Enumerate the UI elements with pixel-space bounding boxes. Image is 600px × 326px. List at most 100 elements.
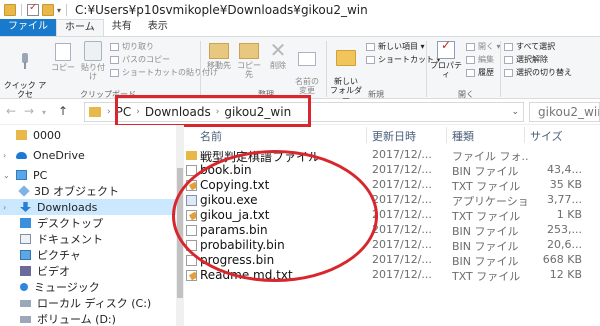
nav-item-label: ボリューム (D:): [37, 313, 116, 326]
quick-access-toolbar: ▾: [0, 2, 69, 16]
file-list-annotation-circle: [172, 150, 378, 282]
new-folder-icon[interactable]: [42, 4, 54, 16]
nav-item-label: 0000: [33, 128, 61, 142]
folder-icon[interactable]: [4, 4, 16, 16]
tab-view[interactable]: 表示: [140, 19, 176, 36]
music-icon: [20, 283, 28, 291]
column-divider[interactable]: [446, 127, 447, 143]
recent-locations-icon[interactable]: ▾: [42, 108, 46, 117]
tab-share[interactable]: 共有: [104, 19, 140, 36]
title-bar: ▾ C:¥Users¥p10svmikople¥Downloads¥gikou2…: [0, 0, 600, 20]
cut-button[interactable]: 切り取り: [110, 41, 154, 52]
nav-item-label: PC: [33, 168, 48, 182]
drive-icon: [20, 315, 31, 323]
paste-icon: [84, 41, 102, 61]
forward-arrow-icon[interactable]: →: [24, 104, 34, 118]
history-label: 履歴: [478, 68, 494, 77]
invert-selection-button[interactable]: 選択の切り替え: [504, 67, 572, 78]
delete-label: 削除: [270, 61, 286, 70]
cut-label: 切り取り: [122, 42, 154, 51]
nav-item-pictures[interactable]: ピクチャ: [0, 247, 176, 263]
desktop-icon: [20, 218, 31, 228]
nav-item-music[interactable]: ミュージック: [0, 279, 176, 295]
copy-to-icon: [239, 43, 259, 59]
text-file-icon: [186, 270, 197, 281]
rename-label: 名前の 変更: [295, 77, 319, 95]
new-item-label: 新しい項目 ▾: [378, 42, 425, 51]
downloads-icon: [20, 202, 31, 212]
nav-item-downloads[interactable]: › Downloads: [0, 199, 176, 215]
file-size: 1 KB: [556, 208, 582, 221]
up-arrow-icon[interactable]: ↑: [58, 104, 68, 118]
nav-item-3d-objects[interactable]: 3D オブジェクト: [0, 183, 176, 199]
search-input[interactable]: gikou2_win: [529, 102, 600, 122]
history-icon: [466, 68, 475, 77]
select-none-button[interactable]: 選択解除: [504, 54, 548, 65]
file-date: 2017/12/...: [372, 148, 432, 161]
chevron-right-icon[interactable]: ›: [3, 203, 6, 212]
chevron-right-icon[interactable]: ›: [3, 151, 6, 160]
back-arrow-icon[interactable]: ←: [6, 104, 16, 118]
chevron-right-icon[interactable]: ›: [107, 107, 111, 117]
column-header-date[interactable]: 更新日時: [372, 128, 416, 144]
tab-file[interactable]: ファイル: [0, 19, 56, 36]
column-header-size[interactable]: サイズ: [530, 128, 563, 144]
nav-item-label: ピクチャ: [37, 249, 81, 262]
nav-item-desktop[interactable]: デスクトップ: [0, 215, 176, 231]
open-button[interactable]: 開く ▾: [466, 41, 501, 52]
column-divider[interactable]: [524, 127, 525, 143]
chevron-down-icon[interactable]: ⌄: [3, 171, 10, 180]
file-size: 43,4...: [547, 163, 582, 176]
properties-icon: [437, 41, 455, 59]
file-size: 253,...: [547, 223, 582, 236]
delete-icon: ✕: [269, 38, 287, 62]
scissors-icon: [110, 42, 119, 51]
properties-button[interactable]: プロパティ: [428, 41, 464, 79]
folder-icon: [89, 107, 101, 117]
properties-icon[interactable]: [27, 2, 39, 16]
file-date: 2017/12/...: [372, 238, 432, 251]
column-header-type[interactable]: 種類: [452, 128, 474, 144]
file-type: ファイル フォ...: [452, 150, 528, 163]
nav-item-onedrive[interactable]: › OneDrive: [0, 147, 176, 163]
new-folder-button[interactable]: 新しい フォルダー: [328, 41, 364, 104]
chevron-down-icon[interactable]: ⌄: [511, 107, 519, 117]
rename-icon: [298, 52, 316, 66]
select-all-button[interactable]: すべて選択: [504, 41, 555, 52]
nav-item-documents[interactable]: ドキュメント: [0, 231, 176, 247]
invert-selection-icon: [504, 68, 513, 77]
column-divider[interactable]: [366, 127, 367, 143]
open-icon: [466, 42, 475, 51]
nav-item-label: ドキュメント: [37, 233, 103, 246]
nav-item-label: Downloads: [37, 200, 98, 214]
file-date: 2017/12/...: [372, 253, 432, 266]
nav-item-0000[interactable]: 0000: [0, 127, 176, 143]
delete-button[interactable]: ✕ 削除: [267, 38, 289, 70]
rename-button[interactable]: 名前の 変更: [292, 43, 322, 95]
folder-icon: [186, 151, 197, 160]
pin-icon: [16, 52, 34, 70]
history-button[interactable]: 履歴: [466, 67, 494, 78]
move-to-button[interactable]: 移動先: [204, 43, 234, 70]
new-item-button[interactable]: 新しい項目 ▾: [366, 41, 425, 52]
3d-objects-icon: [18, 185, 30, 197]
invert-selection-label: 選択の切り替え: [516, 68, 572, 77]
copy-path-button[interactable]: パスのコピー: [110, 54, 170, 65]
customize-toolbar-icon[interactable]: ▾: [57, 6, 61, 15]
nav-item-pc[interactable]: ⌄ PC: [0, 167, 176, 183]
nav-item-label: OneDrive: [33, 148, 85, 162]
nav-item-volume-d[interactable]: ボリューム (D:): [0, 311, 176, 326]
paste-button[interactable]: 貼り付け: [78, 41, 108, 81]
paste-shortcut-button[interactable]: ショートカットの貼り付け: [110, 67, 218, 78]
tab-home[interactable]: ホーム: [56, 19, 104, 36]
edit-label: 編集: [478, 55, 494, 64]
column-header-name[interactable]: 名前: [200, 128, 222, 144]
nav-item-label: ミュージック: [34, 281, 100, 294]
nav-item-local-disk-c[interactable]: ローカル ディスク (C:): [0, 295, 176, 311]
copy-button[interactable]: コピー: [50, 43, 76, 72]
edit-button[interactable]: 編集: [466, 54, 494, 65]
copy-label: コピー: [51, 63, 75, 72]
copy-to-button[interactable]: コピー先: [234, 43, 264, 79]
new-folder-icon: [336, 50, 356, 66]
nav-item-videos[interactable]: ビデオ: [0, 263, 176, 279]
